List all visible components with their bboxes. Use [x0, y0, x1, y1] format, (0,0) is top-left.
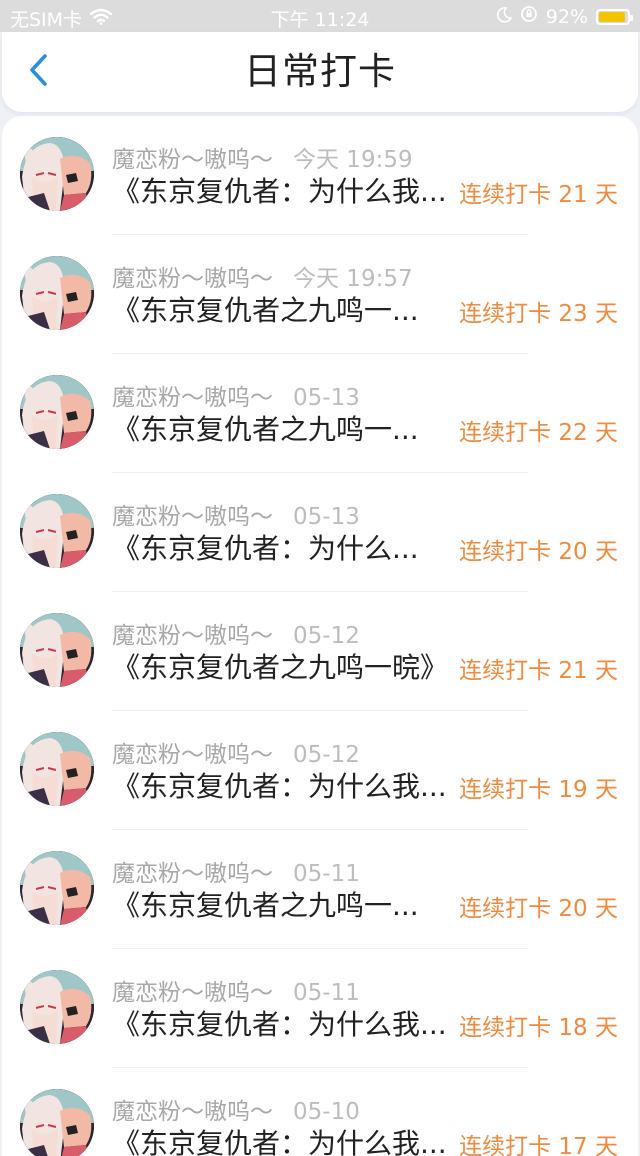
- nav-bar: 日常打卡: [2, 32, 638, 112]
- streak-label: 连续打卡 21 天: [459, 658, 618, 684]
- battery-level: [599, 11, 625, 22]
- user-meta: 魔恋粉～嗷呜～ 今天 19:59: [112, 140, 413, 174]
- streak-label: 连续打卡 19 天: [459, 777, 618, 803]
- user-meta: 魔恋粉～嗷呜～ 05-10: [112, 1092, 360, 1126]
- list-item[interactable]: 魔恋粉～嗷呜～ 05-11 《东京复仇者：为什么我... 连续打卡 18 天: [2, 949, 638, 1068]
- avatar[interactable]: [20, 732, 94, 806]
- streak-label: 连续打卡 18 天: [459, 1015, 618, 1041]
- battery-cap: [630, 14, 633, 21]
- streak-label: 连续打卡 22 天: [459, 420, 618, 446]
- avatar[interactable]: [20, 256, 94, 330]
- user-meta: 魔恋粉～嗷呜～ 05-13: [112, 378, 360, 412]
- list-item[interactable]: 魔恋粉～嗷呜～ 今天 19:57 《东京复仇者之九鸣一... 连续打卡 23 天: [2, 235, 638, 354]
- avatar[interactable]: [20, 970, 94, 1044]
- user-meta: 魔恋粉～嗷呜～ 05-13: [112, 497, 360, 531]
- avatar[interactable]: [20, 851, 94, 925]
- book-title: 《东京复仇者：为什么我...: [112, 175, 447, 208]
- page-title: 日常打卡: [244, 50, 396, 93]
- list-item[interactable]: 魔恋粉～嗷呜～ 05-13 《东京复仇者：为什么... 连续打卡 20 天: [2, 473, 638, 592]
- battery-percent: 92%: [545, 5, 588, 28]
- list-item[interactable]: 魔恋粉～嗷呜～ 05-11 《东京复仇者之九鸣一... 连续打卡 20 天: [2, 830, 638, 949]
- list-item[interactable]: 魔恋粉～嗷呜～ 05-13 《东京复仇者之九鸣一... 连续打卡 22 天: [2, 354, 638, 473]
- avatar[interactable]: [20, 375, 94, 449]
- book-title: 《东京复仇者之九鸣一晥》: [112, 651, 449, 684]
- streak-label: 连续打卡 20 天: [459, 896, 618, 922]
- list-item[interactable]: 魔恋粉～嗷呜～ 05-12 《东京复仇者：为什么我... 连续打卡 19 天: [2, 711, 638, 830]
- list-item[interactable]: 魔恋粉～嗷呜～ 05-10 《东京复仇者：为什么我... 连续打卡 17 天: [2, 1068, 638, 1156]
- book-title: 《东京复仇者之九鸣一...: [112, 889, 419, 922]
- list-item[interactable]: 魔恋粉～嗷呜～ 今天 19:59 《东京复仇者：为什么我... 连续打卡 21 天: [2, 116, 638, 235]
- status-bar: 无SIM卡 下午 11:24 92%: [0, 0, 640, 32]
- book-title: 《东京复仇者：为什么...: [112, 532, 419, 565]
- avatar[interactable]: [20, 137, 94, 211]
- list-item[interactable]: 魔恋粉～嗷呜～ 05-12 《东京复仇者之九鸣一晥》 连续打卡 21 天: [2, 592, 638, 711]
- user-meta: 魔恋粉～嗷呜～ 05-12: [112, 735, 360, 769]
- avatar[interactable]: [20, 1089, 94, 1156]
- book-title: 《东京复仇者：为什么我...: [112, 1127, 447, 1156]
- user-meta: 魔恋粉～嗷呜～ 05-11: [112, 854, 360, 888]
- streak-label: 连续打卡 23 天: [459, 301, 618, 327]
- streak-label: 连续打卡 17 天: [459, 1134, 618, 1156]
- book-title: 《东京复仇者之九鸣一...: [112, 294, 419, 327]
- avatar[interactable]: [20, 494, 94, 568]
- user-meta: 魔恋粉～嗷呜～ 今天 19:57: [112, 259, 413, 293]
- streak-label: 连续打卡 20 天: [459, 539, 618, 565]
- status-right: 92%: [496, 5, 633, 28]
- streak-label: 连续打卡 21 天: [459, 182, 618, 208]
- book-title: 《东京复仇者之九鸣一...: [112, 413, 419, 446]
- avatar[interactable]: [20, 613, 94, 687]
- book-title: 《东京复仇者：为什么我...: [112, 1008, 447, 1041]
- checkin-list: 魔恋粉～嗷呜～ 今天 19:59 《东京复仇者：为什么我... 连续打卡 21 天…: [2, 116, 638, 1156]
- orientation-lock-icon: [520, 5, 538, 28]
- user-meta: 魔恋粉～嗷呜～ 05-11: [112, 973, 360, 1007]
- book-title: 《东京复仇者：为什么我...: [112, 770, 447, 803]
- user-meta: 魔恋粉～嗷呜～ 05-12: [112, 616, 360, 650]
- battery-icon: [596, 8, 633, 25]
- moon-icon: [496, 6, 513, 28]
